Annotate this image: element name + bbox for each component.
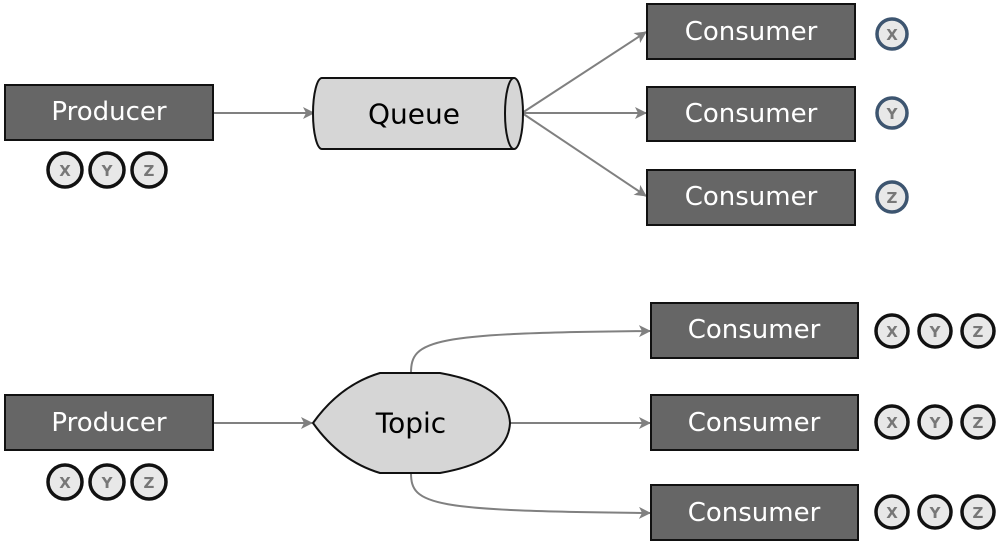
edge-topic-to-consumer-1	[410, 325, 651, 374]
consumer-label: Consumer	[685, 17, 818, 47]
badge-y-label: Y	[929, 414, 942, 432]
topic-consumer-2: Consumer	[650, 394, 859, 451]
edge-queue-to-consumer-3	[521, 112, 647, 197]
queue-consumer-2: Consumer	[646, 86, 856, 142]
consumer-label: Consumer	[685, 99, 818, 129]
queue-label: Queue	[368, 98, 460, 131]
queue-producer: Producer	[4, 84, 214, 141]
badge-z-label: Z	[144, 474, 155, 492]
producer-label: Producer	[51, 97, 167, 127]
badge-y-label: Y	[886, 105, 899, 123]
queue-consumer-1: Consumer	[646, 3, 856, 60]
queue-producer-badges: X Y Z	[46, 151, 168, 189]
topic-consumer-1: Consumer	[650, 302, 859, 359]
badge-x-label: X	[886, 414, 898, 432]
badge-x-label: X	[886, 26, 898, 44]
badge-x-label: X	[59, 162, 71, 180]
badge-y-label: Y	[101, 162, 114, 180]
consumer-label: Consumer	[688, 315, 821, 345]
topic-consumer-badges: X Y Z X Y Z X Y Z	[874, 313, 996, 530]
badge-x-label: X	[886, 323, 898, 341]
topic-label: Topic	[375, 407, 446, 440]
badge-z-label: Z	[144, 162, 155, 180]
topic-shape: Topic	[311, 372, 512, 474]
edge-topic-to-consumer-3	[410, 472, 651, 519]
badge-y-label: Y	[929, 323, 942, 341]
badge-y-label: Y	[101, 474, 114, 492]
consumer-label: Consumer	[688, 408, 821, 438]
edge-queue-to-consumer-1	[521, 31, 647, 114]
badge-x-label: X	[886, 504, 898, 522]
topic-consumer-3: Consumer	[650, 484, 859, 541]
badge-x-label: X	[59, 474, 71, 492]
producer-label: Producer	[51, 408, 167, 438]
badge-z-label: Z	[887, 189, 898, 207]
messaging-diagram: Producer X Y Z Queue Consumer Consumer C…	[4, 3, 996, 541]
topic-producer: Producer	[4, 394, 214, 451]
badge-z-label: Z	[973, 414, 984, 432]
topic-producer-badges: X Y Z	[46, 463, 168, 501]
badge-y-label: Y	[929, 504, 942, 522]
consumer-label: Consumer	[685, 182, 818, 212]
queue-cylinder: Queue	[312, 77, 524, 150]
consumer-label: Consumer	[688, 498, 821, 528]
badge-z-label: Z	[973, 323, 984, 341]
queue-consumer-3: Consumer	[646, 169, 856, 226]
badge-z-label: Z	[973, 504, 984, 522]
